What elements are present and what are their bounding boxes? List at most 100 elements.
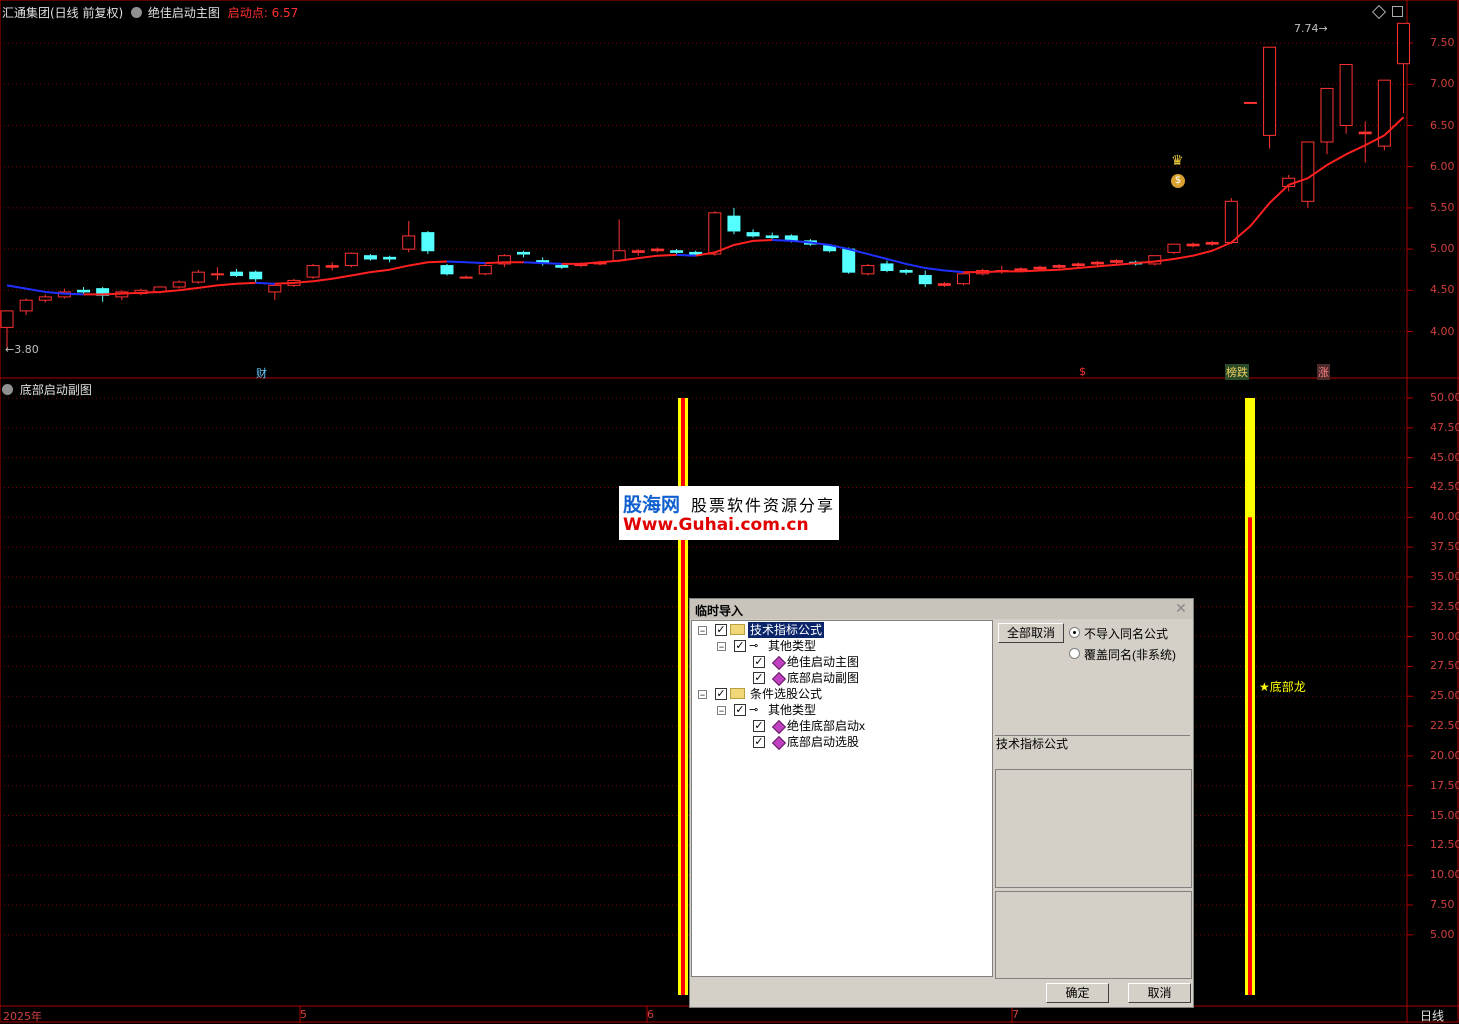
folder-icon (730, 688, 745, 699)
money-bag-icon[interactable]: $ (1171, 174, 1185, 188)
trophy-icon[interactable]: ♛ (1171, 153, 1184, 169)
tree-node-formula[interactable]: ✓ 底部启动副图 (692, 670, 992, 687)
key-icon: ⊸ (749, 640, 759, 652)
candle-up (1339, 64, 1353, 127)
tree-node-stock-formulas[interactable]: − ✓ 条件选股公式 (692, 686, 992, 702)
y-tick-main: 7.00 (1430, 77, 1455, 91)
dialog-titlebar[interactable]: 临时导入 ✕ (690, 599, 1193, 619)
checkbox-checked-icon[interactable]: ✓ (715, 688, 727, 700)
dialog-title: 临时导入 (695, 604, 744, 618)
y-tick-main: 4.00 (1430, 324, 1455, 338)
radio-no-import[interactable] (1069, 627, 1080, 638)
candle-down (383, 256, 397, 260)
checkbox-checked-icon[interactable]: ✓ (753, 720, 765, 732)
checkbox-checked-icon[interactable]: ✓ (753, 672, 765, 684)
candle-down (765, 235, 779, 239)
candle-up (210, 273, 224, 276)
tree-label: 绝佳启动主图 (787, 655, 860, 669)
candle-up (1110, 260, 1124, 263)
checkbox-checked-icon[interactable]: ✓ (753, 656, 765, 668)
high-price-label: 7.74→ (1294, 22, 1328, 35)
candle-up (38, 296, 52, 301)
candle-up (708, 212, 722, 255)
marker-rank-down[interactable]: 榜跌 (1225, 364, 1249, 380)
candle-up (306, 265, 320, 278)
window-icon[interactable] (1392, 6, 1403, 17)
marker-finance[interactable]: 财 (256, 365, 267, 381)
tree-node-indicator-formulas[interactable]: − ✓ 技术指标公式 (692, 622, 992, 638)
chevron-down-icon[interactable] (131, 7, 143, 18)
tree-label: 绝佳底部启动x (787, 719, 866, 733)
y-tick-sub: 20.00 (1430, 748, 1459, 762)
checkbox-checked-icon[interactable]: ✓ (715, 624, 727, 636)
candle-up (459, 276, 473, 279)
y-tick-sub: 37.50 (1430, 540, 1459, 554)
y-tick-sub: 10.00 (1430, 868, 1459, 882)
candle-down (363, 255, 377, 260)
y-tick-main: 6.00 (1430, 159, 1455, 173)
y-tick-main: 5.00 (1430, 242, 1455, 256)
radio-no-import-label[interactable]: 不导入同名公式 (1084, 625, 1168, 642)
y-tick-sub: 7.50 (1430, 898, 1455, 912)
y-tick-main: 5.50 (1430, 200, 1455, 214)
cancel-button[interactable]: 取消 (1128, 983, 1191, 1003)
candle-down (230, 271, 244, 276)
tree-node-other-type[interactable]: − ✓ ⊸ 其他类型 (692, 638, 992, 654)
tree-node-formula[interactable]: ✓ 底部启动选股 (692, 734, 992, 751)
marker-rise[interactable]: 涨 (1317, 364, 1330, 380)
candle-down (918, 274, 932, 285)
signal-label: ★底部龙 (1259, 680, 1306, 694)
candle-up (631, 250, 645, 253)
deselect-all-button[interactable]: 全部取消 (998, 623, 1064, 643)
candle-down (746, 232, 760, 237)
tree-node-other-type[interactable]: − ✓ ⊸ 其他类型 (692, 702, 992, 718)
y-tick-sub: 30.00 (1430, 629, 1459, 643)
candle-down (77, 289, 91, 293)
y-tick-sub: 50.00 (1430, 391, 1459, 404)
tree-node-formula[interactable]: ✓ 绝佳底部启动x (692, 718, 992, 735)
checkbox-checked-icon[interactable]: ✓ (734, 640, 746, 652)
candle-down (555, 265, 569, 268)
y-tick-main: 4.50 (1430, 283, 1455, 297)
x-label-may: 5 (300, 1008, 307, 1021)
chevron-down-icon[interactable] (2, 384, 13, 395)
tree-node-formula[interactable]: ✓ 绝佳启动主图 (692, 654, 992, 671)
collapse-icon[interactable]: − (717, 706, 726, 716)
x-label-june: 6 (647, 1008, 654, 1021)
candle-up (1033, 266, 1047, 270)
sub-indicator-name[interactable]: 底部启动副图 (20, 383, 92, 397)
candle-down (880, 263, 894, 272)
tree-label: 其他类型 (768, 639, 817, 653)
checkbox-checked-icon[interactable]: ✓ (734, 704, 746, 716)
info-title: 技术指标公式 (996, 737, 1069, 751)
y-tick-sub: 12.50 (1430, 838, 1459, 852)
collapse-icon[interactable]: − (717, 642, 726, 652)
y-tick-sub: 5.00 (1430, 927, 1455, 941)
candle-up (1205, 242, 1219, 245)
collapse-icon[interactable]: − (698, 626, 707, 636)
close-icon[interactable]: ✕ (1174, 601, 1188, 615)
y-tick-sub: 22.50 (1430, 719, 1459, 733)
candle-up (402, 235, 416, 250)
y-tick-sub: 40.00 (1430, 510, 1459, 524)
marker-dollar[interactable]: $ (1079, 365, 1086, 378)
candle-up (1243, 101, 1257, 104)
formula-tree[interactable]: − ✓ 技术指标公式 − ✓ ⊸ 其他类型 ✓ 绝佳启动主图 ✓ 底部启动副图 … (691, 620, 993, 977)
candle-up (1301, 141, 1315, 202)
y-tick-main: 6.50 (1430, 118, 1455, 132)
x-label-year: 2025年 (3, 1010, 42, 1023)
ok-button[interactable]: 确定 (1046, 983, 1109, 1003)
radio-overwrite[interactable] (1069, 648, 1080, 659)
candle-down (842, 248, 856, 273)
checkbox-checked-icon[interactable]: ✓ (753, 736, 765, 748)
candle-up (325, 265, 339, 268)
y-tick-sub: 47.50 (1430, 420, 1459, 434)
collapse-icon[interactable]: − (698, 690, 707, 700)
formula-icon (771, 671, 787, 687)
tree-label: 条件选股公式 (750, 687, 823, 701)
main-indicator-name[interactable]: 绝佳启动主图 (148, 6, 220, 20)
radio-overwrite-label[interactable]: 覆盖同名(非系统) (1084, 646, 1176, 663)
candle-up (1263, 46, 1277, 136)
period-label[interactable]: 日线 (1420, 1007, 1444, 1024)
folder-icon (730, 624, 745, 635)
